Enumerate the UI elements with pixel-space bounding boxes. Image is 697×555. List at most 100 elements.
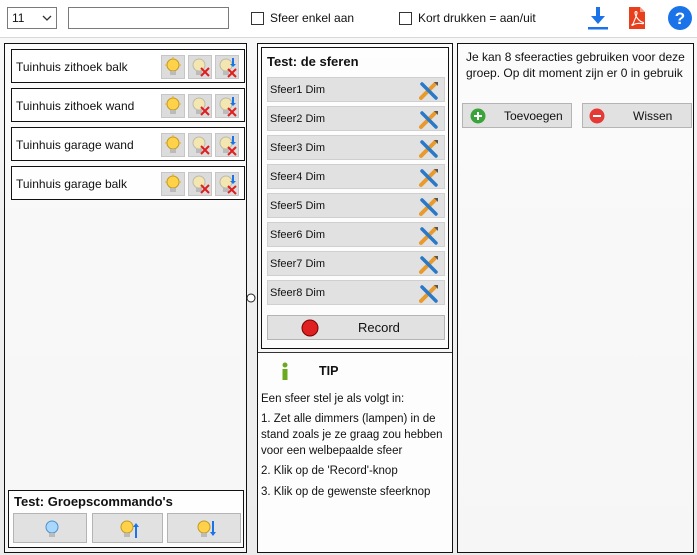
bulb-off-icon	[192, 136, 210, 155]
bulb-on-button[interactable]	[161, 133, 185, 157]
groupcommands-panel: Test: Groepscommando's	[8, 490, 244, 548]
bulb-dim-button[interactable]	[215, 172, 239, 196]
bulb-dim-down-icon	[197, 520, 216, 537]
sfeer-enkel-aan-checkbox[interactable]: Sfeer enkel aan	[251, 11, 354, 25]
sfeer-row[interactable]: Sfeer2 Dim	[267, 106, 445, 131]
sfeer-label: Sfeer1 Dim	[270, 84, 326, 96]
tip-step-1: 1. Zet alle dimmers (lampen) in de stand…	[261, 413, 443, 457]
edit-sfeer-icon[interactable]	[418, 109, 440, 130]
delete-label: Wissen	[633, 109, 673, 123]
add-label: Toevoegen	[504, 109, 563, 123]
help-icon[interactable]: ?	[667, 5, 693, 31]
groupcommands-title: Test: Groepscommando's	[14, 494, 173, 509]
bulb-on-button[interactable]	[161, 172, 185, 196]
group-label: Tuinhuis zithoek balk	[16, 60, 128, 74]
tip-step-3: 3. Klik op de gewenste sfeerknop	[261, 486, 431, 498]
bulb-on-icon	[165, 174, 181, 192]
bulb-dim-button[interactable]	[215, 133, 239, 157]
sfeer-row[interactable]: Sfeer7 Dim	[267, 251, 445, 276]
toolbar: 11 Sfeer enkel aan Kort drukken = aan/ui…	[0, 0, 697, 38]
bulb-off-button[interactable]	[188, 94, 212, 118]
checkbox-box[interactable]	[399, 11, 412, 25]
edit-sfeer-icon[interactable]	[418, 225, 440, 246]
tip-intro: Een sfeer stel je als volgt in:	[261, 393, 405, 405]
sfeer-label: Sfeer5 Dim	[270, 200, 326, 212]
checkbox-label: Kort drukken = aan/uit	[418, 11, 536, 25]
delete-button[interactable]: Wissen	[582, 103, 692, 128]
checkbox-label: Sfeer enkel aan	[270, 11, 355, 25]
group-label: Tuinhuis zithoek wand	[16, 99, 135, 113]
download-icon[interactable]	[585, 5, 611, 31]
group-label: Tuinhuis garage balk	[16, 177, 127, 191]
edit-sfeer-icon[interactable]	[418, 196, 440, 217]
sfeer-row[interactable]: Sfeer3 Dim	[267, 135, 445, 160]
record-button[interactable]: Record	[267, 315, 445, 340]
bulb-on-icon	[165, 135, 181, 153]
sfeer-label: Sfeer2 Dim	[270, 113, 326, 125]
edit-sfeer-icon[interactable]	[418, 254, 440, 275]
svg-text:?: ?	[675, 9, 685, 28]
bulb-on-icon	[165, 96, 181, 114]
bulb-dim-up-icon	[120, 520, 139, 538]
group-row[interactable]: Tuinhuis zithoek balk	[11, 49, 245, 83]
bulb-blue-icon	[45, 520, 59, 537]
sfeer-label: Sfeer4 Dim	[270, 171, 326, 183]
group-dim-up-button[interactable]	[92, 513, 163, 543]
plus-icon	[470, 108, 486, 124]
bulb-dim-icon	[219, 97, 237, 117]
sfeer-row[interactable]: Sfeer8 Dim	[267, 280, 445, 305]
sfeer-row[interactable]: Sfeer4 Dim	[267, 164, 445, 189]
edit-sfeer-icon[interactable]	[418, 167, 440, 188]
group-on-button[interactable]	[13, 513, 87, 543]
bulb-off-button[interactable]	[188, 172, 212, 196]
sfeer-row[interactable]: Sfeer1 Dim	[267, 77, 445, 102]
info-icon	[282, 362, 288, 380]
sfeer-label: Sfeer6 Dim	[270, 229, 326, 241]
sfeer-row[interactable]: Sfeer5 Dim	[267, 193, 445, 218]
tip-title: TIP	[319, 364, 339, 378]
bulb-on-button[interactable]	[161, 55, 185, 79]
actions-info: Je kan 8 sfeeracties gebruiken voor deze…	[466, 50, 685, 80]
edit-sfeer-icon[interactable]	[418, 283, 440, 304]
chevron-down-icon	[42, 15, 52, 21]
bulb-off-button[interactable]	[188, 133, 212, 157]
checkbox-box[interactable]	[251, 11, 264, 25]
add-button[interactable]: Toevoegen	[462, 103, 572, 128]
edit-sfeer-icon[interactable]	[418, 138, 440, 159]
bulb-off-icon	[192, 97, 210, 116]
actions-panel: Je kan 8 sfeeracties gebruiken voor deze…	[457, 43, 694, 553]
bulb-on-icon	[165, 57, 181, 75]
edit-sfeer-icon[interactable]	[418, 80, 440, 101]
pdf-icon[interactable]	[624, 5, 650, 31]
tip-step-2: 2. Klik op de 'Record'-knop	[261, 465, 398, 477]
group-row[interactable]: Tuinhuis garage balk	[11, 166, 245, 200]
middle-column: Test: de sferen Record Sfeer1 Dim Sfeer2 …	[257, 43, 453, 553]
bulb-off-icon	[192, 175, 210, 194]
sfeer-label: Sfeer8 Dim	[270, 287, 326, 299]
kort-drukken-checkbox[interactable]: Kort drukken = aan/uit	[399, 11, 536, 25]
app-window: 11 Sfeer enkel aan Kort drukken = aan/ui…	[0, 0, 697, 555]
group-select[interactable]: 11	[7, 7, 57, 29]
bulb-on-button[interactable]	[161, 94, 185, 118]
bulb-off-icon	[192, 58, 210, 77]
sferen-title: Test: de sferen	[267, 54, 359, 69]
splitter-handle[interactable]	[246, 293, 256, 303]
bulb-off-button[interactable]	[188, 55, 212, 79]
record-icon	[301, 319, 319, 337]
sfeer-label: Sfeer3 Dim	[270, 142, 326, 154]
sferen-panel: Test: de sferen Record Sfeer1 Dim Sfeer2 …	[261, 47, 449, 349]
group-select-value: 11	[12, 11, 25, 25]
group-row[interactable]: Tuinhuis zithoek wand	[11, 88, 245, 122]
bulb-dim-icon	[219, 175, 237, 195]
group-row[interactable]: Tuinhuis garage wand	[11, 127, 245, 161]
record-label: Record	[358, 320, 400, 335]
bulb-dim-button[interactable]	[215, 94, 239, 118]
sfeer-row[interactable]: Sfeer6 Dim	[267, 222, 445, 247]
bulb-dim-icon	[219, 58, 237, 78]
tip-panel: TIP Een sfeer stel je als volgt in: 1. Z…	[258, 352, 452, 552]
name-input[interactable]	[68, 7, 229, 29]
bulb-dim-button[interactable]	[215, 55, 239, 79]
groups-panel: Tuinhuis zithoek balk Tuinhuis zithoek w…	[4, 43, 247, 553]
group-dim-down-button[interactable]	[167, 513, 241, 543]
group-label: Tuinhuis garage wand	[16, 138, 134, 152]
